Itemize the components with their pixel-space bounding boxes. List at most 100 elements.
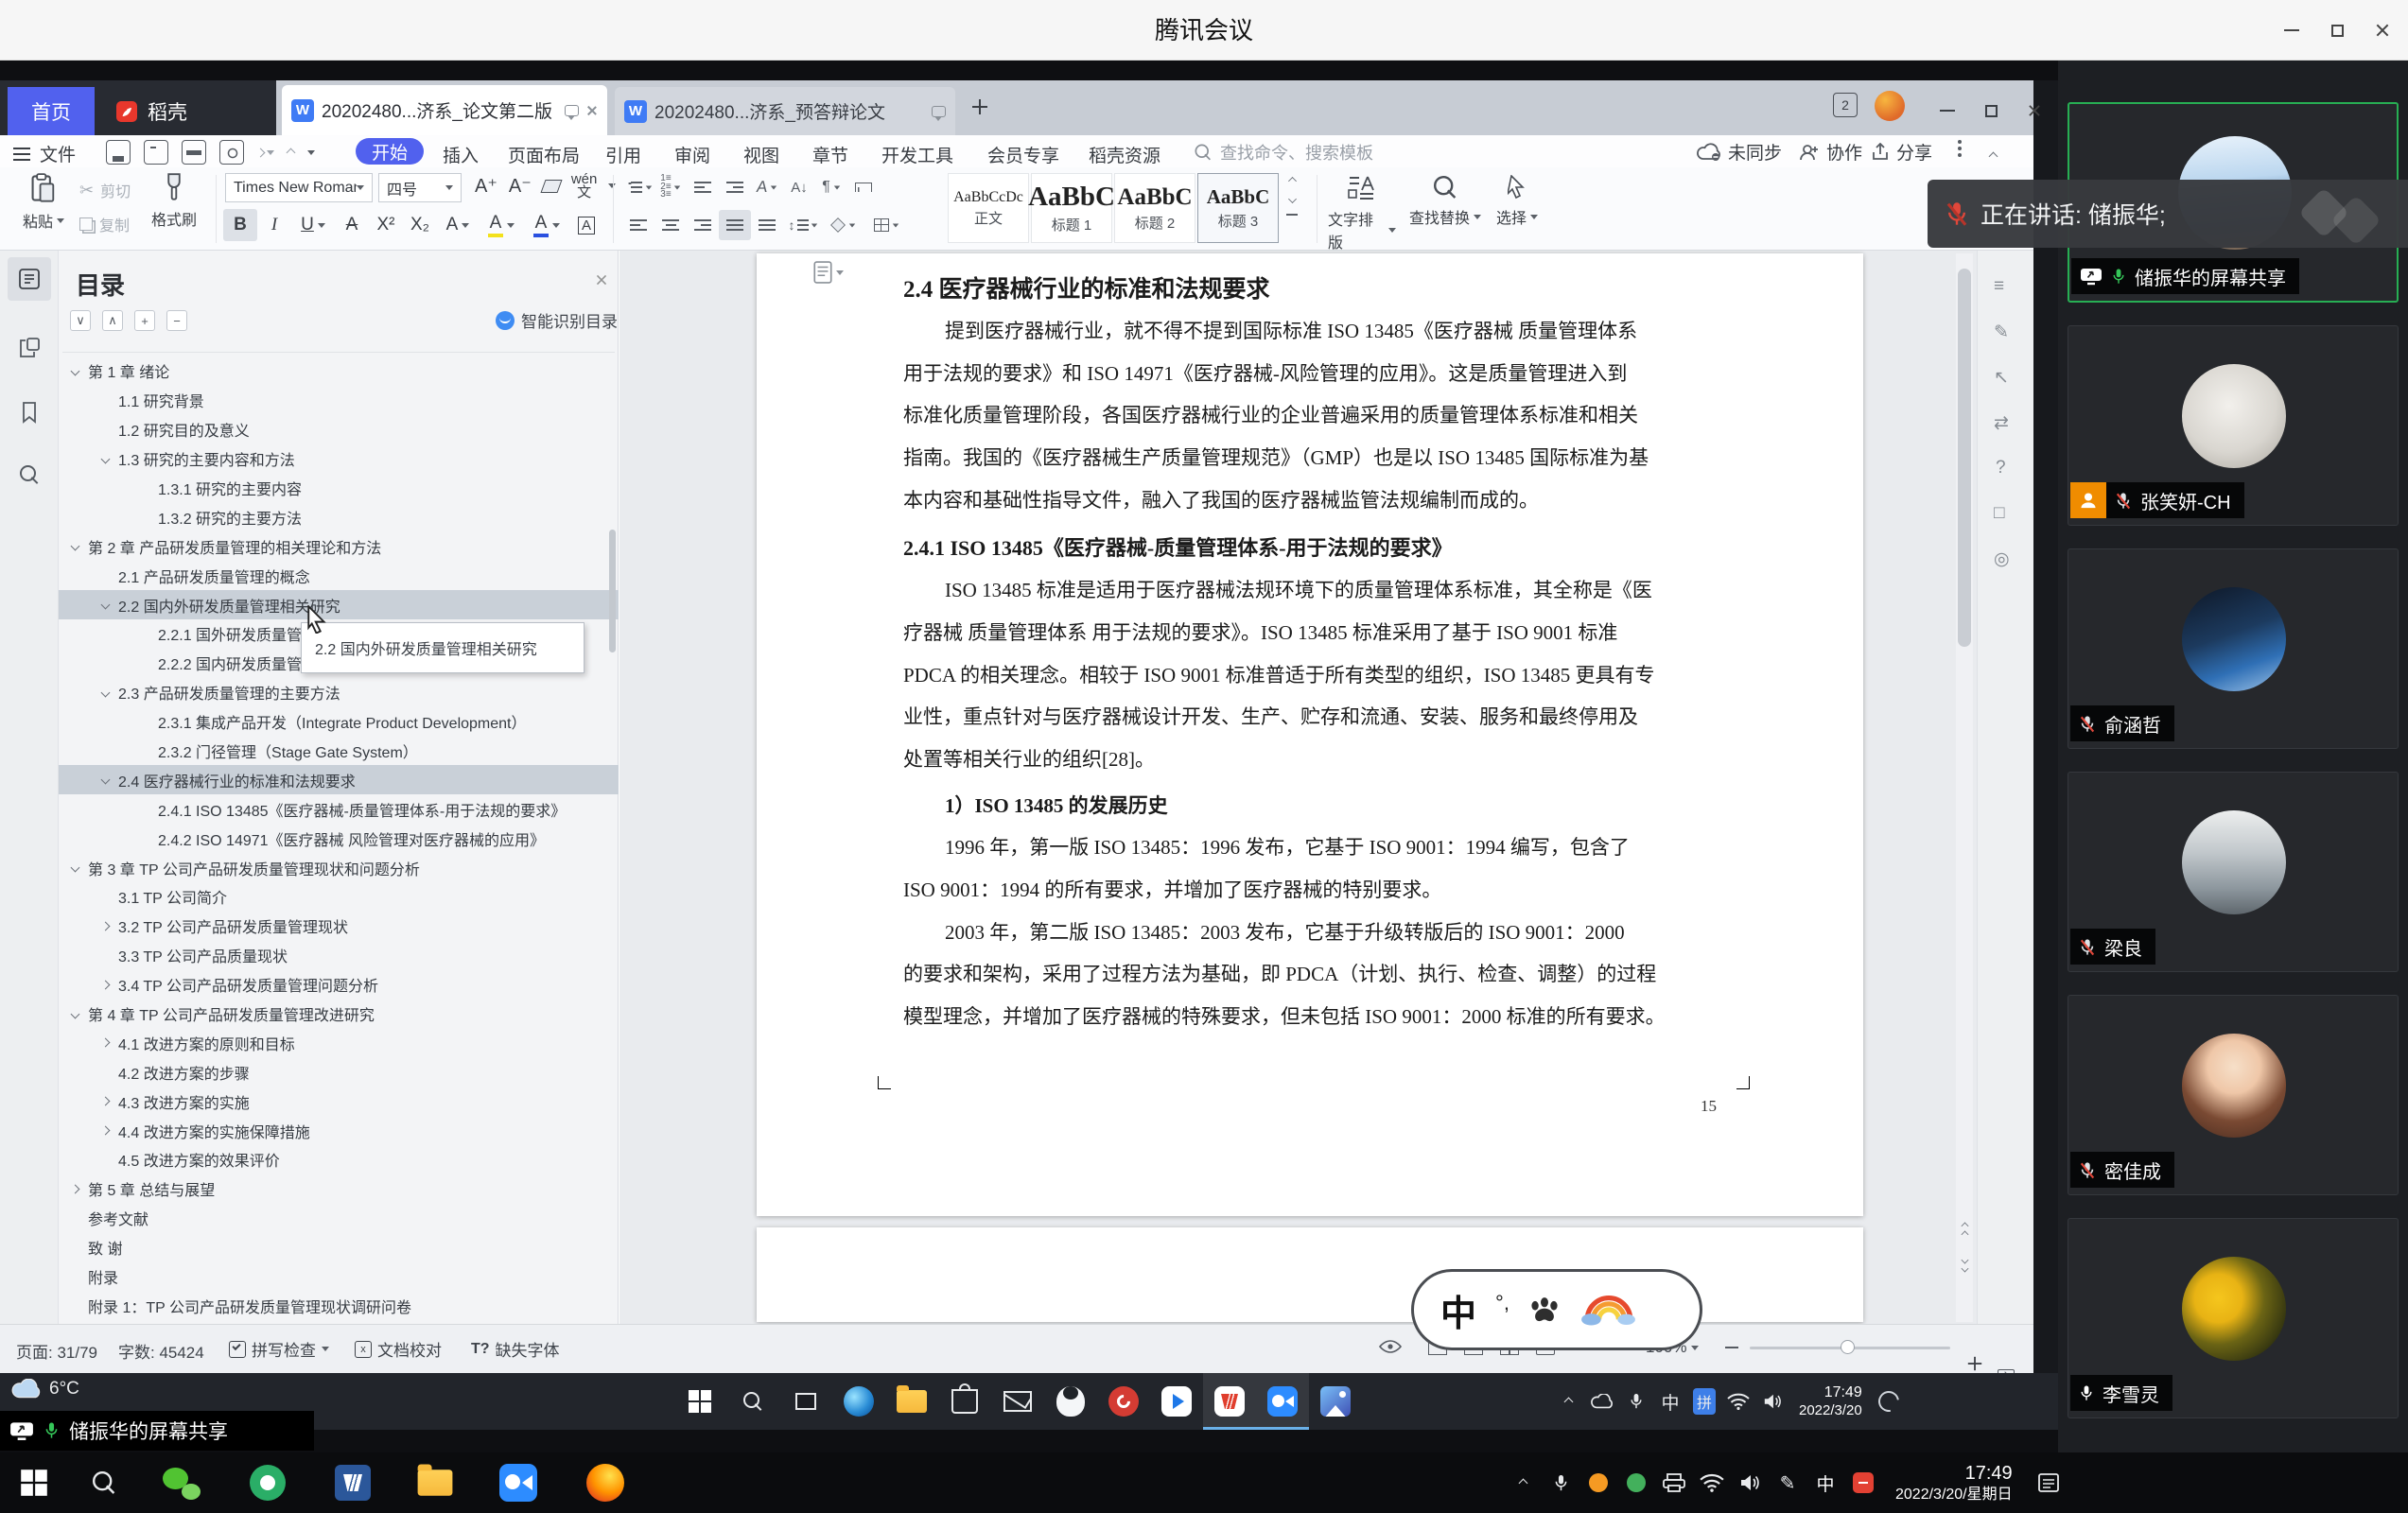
wechat-icon[interactable] (163, 1466, 201, 1500)
toc-item[interactable]: 4.1 改进方案的原则和目标 (59, 1028, 619, 1057)
export-icon[interactable] (144, 140, 168, 165)
toc-item[interactable]: 1.3.2 研究的主要方法 (59, 502, 619, 531)
file-explorer-icon[interactable] (420, 1471, 450, 1494)
style-heading2[interactable]: AaBbC 标题 2 (1114, 173, 1195, 243)
close-tab-icon[interactable] (586, 105, 598, 116)
smart-toc-button[interactable]: 智能识别目录 (496, 308, 618, 332)
tab-home[interactable]: 首页 (8, 87, 95, 135)
text-layout-button[interactable]: 文字排版 (1328, 175, 1396, 252)
print-preview-icon[interactable] (219, 140, 244, 165)
toc-item[interactable]: 4.4 改进方案的实施保障措施 (59, 1116, 619, 1145)
share-button[interactable]: 分享 (1871, 139, 1932, 165)
bookmark-panel-icon[interactable] (8, 393, 51, 431)
previous-page-button[interactable] (1956, 1216, 1973, 1244)
numbered-list-icon[interactable]: 1≡2≡3≡ (654, 172, 687, 202)
font-color-button[interactable]: A (524, 209, 569, 241)
collapse-ribbon-icon[interactable] (1990, 148, 1997, 165)
toc-item[interactable]: 1.3 研究的主要内容和方法 (59, 444, 619, 474)
task-view-icon[interactable] (779, 1373, 832, 1430)
participant-tile[interactable]: 张笑妍-CH (2068, 325, 2399, 526)
side-tool-outline-icon[interactable]: ≡ (1994, 276, 2004, 297)
increase-indent-icon[interactable] (719, 172, 751, 202)
tray-app-green-icon[interactable] (1617, 1452, 1655, 1513)
collaborate-button[interactable]: 协作 (1799, 139, 1862, 165)
format-painter-button[interactable]: 格式刷 (144, 173, 204, 230)
quick-access-more-icon[interactable] (307, 150, 315, 155)
tray-mic-icon[interactable] (1542, 1452, 1579, 1513)
menu-tab-start[interactable]: 开始 (356, 138, 424, 165)
participant-tile[interactable]: 俞涵哲 (2068, 548, 2399, 749)
sort-icon[interactable]: A↓ (783, 172, 815, 202)
qq-icon[interactable] (1044, 1373, 1097, 1430)
toc-item[interactable]: 2.3.2 门径管理（Stage Gate System） (59, 737, 619, 766)
toc-item[interactable]: 致 谢 (59, 1233, 619, 1262)
underline-button[interactable]: U (291, 209, 335, 241)
zoom-out-icon[interactable] (1725, 1347, 1738, 1348)
toc-item[interactable]: 4.5 改进方案的效果评价 (59, 1145, 619, 1174)
ime-mode-chinese[interactable]: 中 (1440, 1284, 1476, 1336)
taskbar-weather-widget[interactable]: 6°C (11, 1379, 79, 1400)
toc-expand-all-button[interactable]: ∨ (70, 310, 91, 331)
menu-tab-docer-resources[interactable]: 稻壳资源 (1089, 142, 1160, 167)
cut-button[interactable]: ✂剪切 (79, 179, 131, 201)
tray-cloud-icon[interactable] (1585, 1373, 1619, 1430)
edge-icon[interactable] (832, 1373, 885, 1430)
decrease-indent-icon[interactable] (687, 172, 719, 202)
tray-app-red-icon[interactable] (1844, 1452, 1882, 1513)
toc-item[interactable]: 参考文献 (59, 1204, 619, 1233)
line-spacing-icon[interactable]: ↕ (783, 210, 823, 240)
font-size-select[interactable]: 四号 (378, 173, 462, 202)
spell-check-button[interactable]: 拼写检查 (229, 1337, 329, 1361)
maximize-button[interactable] (2315, 9, 2359, 51)
side-tool-frame-icon[interactable]: □ (1994, 503, 2004, 524)
tray-wifi-icon[interactable] (1693, 1452, 1731, 1513)
shading-icon[interactable] (823, 210, 864, 240)
menu-tab-section[interactable]: 章节 (812, 142, 848, 167)
close-icon[interactable] (2013, 90, 2056, 131)
bullet-list-icon[interactable] (622, 172, 654, 202)
toc-scrollbar[interactable] (609, 530, 616, 652)
toc-item-highlighted[interactable]: 2.2 国内外研发质量管理相关研究 (59, 590, 619, 619)
ime-skin-rainbow-icon[interactable] (1579, 1293, 1638, 1327)
status-page-indicator[interactable]: 页面: 31/79 (16, 1339, 97, 1363)
menu-tab-review[interactable]: 审阅 (674, 142, 710, 167)
tray-volume-icon[interactable] (1731, 1452, 1769, 1513)
text-effects-button[interactable]: A (437, 209, 479, 241)
tencent-meeting-icon[interactable] (1256, 1373, 1309, 1430)
store-icon[interactable] (938, 1373, 991, 1430)
ime-toolbar[interactable]: 中 °, (1411, 1269, 1702, 1350)
toc-item[interactable]: 2.3.1 集成产品开发（Integrate Product Developme… (59, 707, 619, 737)
toc-item[interactable]: 1.2 研究目的及意义 (59, 415, 619, 444)
toc-close-icon[interactable] (596, 274, 608, 287)
tray-volume-icon[interactable] (1755, 1373, 1789, 1430)
style-heading3-selected[interactable]: AaBbC 标题 3 (1197, 173, 1279, 243)
tray-printer-icon[interactable] (1655, 1452, 1693, 1513)
side-tool-target-icon[interactable]: ◎ (1994, 548, 2010, 570)
firefox-icon[interactable] (586, 1464, 624, 1502)
toc-item[interactable]: 4.2 改进方案的步骤 (59, 1057, 619, 1087)
tray-lang-indicator[interactable]: 中 (1653, 1373, 1687, 1430)
character-border-button[interactable]: A (569, 209, 603, 241)
select-button[interactable]: 选择 (1491, 175, 1544, 228)
wecom-icon[interactable] (250, 1465, 286, 1501)
start-button[interactable] (673, 1373, 726, 1430)
toc-plus-button[interactable]: + (134, 310, 155, 331)
ime-punctuation-icon[interactable]: °, (1495, 1291, 1509, 1315)
photos-icon[interactable] (1309, 1373, 1362, 1430)
toc-item[interactable]: 第 2 章 产品研发质量管理的相关理论和方法 (59, 531, 619, 561)
toc-item[interactable]: 第 4 章 TP 公司产品研发质量管理改进研究 (59, 1000, 619, 1029)
side-tool-swap-icon[interactable]: ⇄ (1994, 412, 2009, 434)
minimize-button[interactable] (1926, 90, 1969, 131)
paragraph-marks-icon[interactable]: ¶ (815, 172, 847, 202)
toc-item[interactable]: 3.2 TP 公司产品研发质量管理现状 (59, 912, 619, 941)
toc-item[interactable]: 4.3 改进方案的实施 (59, 1087, 619, 1116)
tray-expand-icon[interactable] (1504, 1452, 1542, 1513)
clear-format-icon[interactable] (540, 180, 562, 193)
tray-wifi-icon[interactable] (1721, 1373, 1755, 1430)
italic-button[interactable]: I (257, 209, 291, 241)
ime-paw-icon[interactable] (1528, 1295, 1561, 1325)
toc-item[interactable]: 第 3 章 TP 公司产品研发质量管理现状和问题分析 (59, 853, 619, 882)
proofread-button[interactable]: x 文档校对 (355, 1337, 442, 1361)
sync-status[interactable]: 未同步 (1697, 139, 1782, 165)
copy-button[interactable]: 复制 (79, 213, 130, 235)
